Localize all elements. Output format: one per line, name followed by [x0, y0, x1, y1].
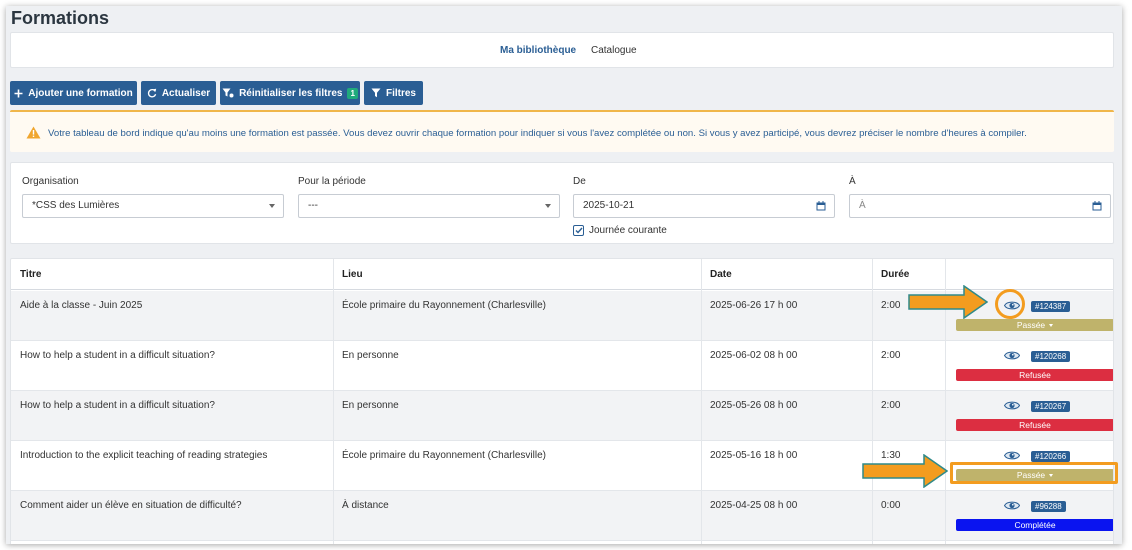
check-icon	[575, 227, 583, 234]
status-badge: Complétée	[956, 519, 1113, 531]
formation-id-badge[interactable]: #120268	[1031, 351, 1071, 362]
column-header-date[interactable]: Date	[710, 269, 732, 280]
app-window: Formations Ma bibliothèque Catalogue Ajo…	[6, 6, 1122, 544]
tab-ma-bibliotheque[interactable]: Ma bibliothèque	[500, 45, 576, 56]
warning-alert: Votre tableau de bord indique qu'au moin…	[10, 110, 1114, 152]
formation-id-badge[interactable]: #120266	[1031, 451, 1071, 462]
library-nav: Ma bibliothèque Catalogue	[10, 32, 1114, 68]
active-filter-count: 1	[347, 87, 358, 99]
column-header-duration[interactable]: Durée	[881, 269, 909, 280]
highlight-box	[950, 462, 1118, 484]
calendar-icon	[1092, 201, 1102, 211]
column-divider	[333, 259, 334, 544]
row-title: Aide à la classe - Juin 2025	[20, 300, 143, 311]
organisation-select[interactable]: *CSS des Lumières	[22, 194, 284, 218]
row-date: 2025-06-02 08 h 00	[710, 350, 798, 361]
organisation-label: Organisation	[22, 176, 79, 187]
plus-icon	[14, 89, 23, 97]
row-title: Comment aider un élève en situation de d…	[20, 500, 242, 511]
status-badge: Refusée	[956, 369, 1113, 381]
chevron-down-icon	[269, 204, 275, 208]
annotation-arrow-icon	[862, 454, 948, 488]
status-label: Complétée	[1014, 520, 1056, 530]
status-badge[interactable]: Passée	[956, 319, 1113, 331]
status-label: Refusée	[1019, 420, 1051, 430]
formation-id-badge[interactable]: #96288	[1031, 501, 1066, 512]
row-title: How to help a student in a difficult sit…	[20, 400, 215, 411]
reset-filters-button[interactable]: Réinitialiser les filtres 1	[220, 81, 360, 105]
row-location: En personne	[342, 350, 399, 361]
row-duration: 2:00	[881, 350, 901, 361]
highlight-circle	[995, 289, 1025, 319]
eye-icon[interactable]	[1004, 500, 1020, 511]
annotation-arrow-icon	[908, 285, 988, 319]
page-title: Formations	[11, 8, 110, 28]
period-label: Pour la période	[298, 176, 366, 187]
column-divider	[872, 259, 873, 544]
period-select[interactable]: ---	[298, 194, 560, 218]
table-row[interactable]: How to help a student in a difficult sit…	[11, 341, 1113, 391]
filters-button[interactable]: Filtres	[364, 81, 423, 105]
add-formation-label: Ajouter une formation	[28, 87, 133, 99]
period-value: ---	[308, 200, 318, 211]
formation-id-badge[interactable]: #120267	[1031, 401, 1071, 412]
reset-filters-label: Réinitialiser les filtres	[239, 87, 343, 99]
from-date-label: De	[573, 176, 586, 187]
row-date: 2025-05-16 18 h 00	[710, 450, 798, 461]
table-row[interactable]: Introduction to the explicit teaching of…	[11, 441, 1113, 491]
row-location: À distance	[342, 500, 389, 511]
from-date-input[interactable]: 2025-10-21	[573, 194, 835, 218]
refresh-button[interactable]: Actualiser	[141, 81, 216, 105]
checkbox-checked[interactable]	[573, 225, 584, 236]
current-day-label: Journée courante	[589, 225, 667, 236]
row-date: 2025-04-25 08 h 00	[710, 500, 798, 511]
to-date-input[interactable]: À	[849, 194, 1111, 218]
to-date-placeholder: À	[859, 200, 866, 211]
eye-icon[interactable]	[1004, 350, 1020, 361]
status-badge: Refusée	[956, 419, 1113, 431]
to-date-label: À	[849, 176, 856, 187]
filter-icon	[371, 88, 381, 98]
filter-panel: Organisation *CSS des Lumières Pour la p…	[10, 162, 1114, 244]
add-formation-button[interactable]: Ajouter une formation	[10, 81, 137, 105]
row-location: École primaire du Rayonnement (Charlesvi…	[342, 300, 546, 311]
row-duration: 2:00	[881, 400, 901, 411]
chevron-down-icon	[1049, 323, 1054, 327]
row-date: 2025-06-26 17 h 00	[710, 300, 798, 311]
eye-icon[interactable]	[1004, 400, 1020, 411]
calendar-icon	[816, 201, 826, 211]
status-label: Passée	[1016, 320, 1046, 330]
row-location: En personne	[342, 400, 399, 411]
column-header-title[interactable]: Titre	[20, 269, 42, 280]
status-label: Refusée	[1019, 370, 1051, 380]
refresh-icon	[147, 88, 157, 98]
chevron-down-icon	[545, 204, 551, 208]
row-date: 2025-05-26 08 h 00	[710, 400, 798, 411]
row-duration: 0:00	[881, 500, 901, 511]
row-location: École primaire du Rayonnement (Charlesvi…	[342, 450, 546, 461]
column-header-location[interactable]: Lieu	[342, 269, 363, 280]
tab-catalogue[interactable]: Catalogue	[591, 45, 637, 56]
formation-id-badge[interactable]: #124387	[1031, 301, 1071, 312]
alert-message: Votre tableau de bord indique qu'au moin…	[48, 128, 1027, 139]
row-title: Introduction to the explicit teaching of…	[20, 450, 268, 461]
refresh-label: Actualiser	[161, 87, 211, 99]
from-date-value: 2025-10-21	[583, 200, 635, 211]
warning-icon	[26, 126, 41, 139]
table-row[interactable]: How to help a student in a difficult sit…	[11, 391, 1113, 441]
current-day-checkbox[interactable]: Journée courante	[573, 225, 667, 236]
table-row[interactable]: Comment aider un élève en situation de d…	[11, 491, 1113, 541]
eye-icon[interactable]	[1004, 450, 1020, 461]
row-duration: 2:00	[881, 300, 901, 311]
filters-label: Filtres	[385, 87, 416, 99]
row-title: How to help a student in a difficult sit…	[20, 350, 215, 361]
organisation-value: *CSS des Lumières	[32, 200, 120, 211]
filter-reset-icon	[222, 88, 234, 98]
column-divider	[701, 259, 702, 544]
